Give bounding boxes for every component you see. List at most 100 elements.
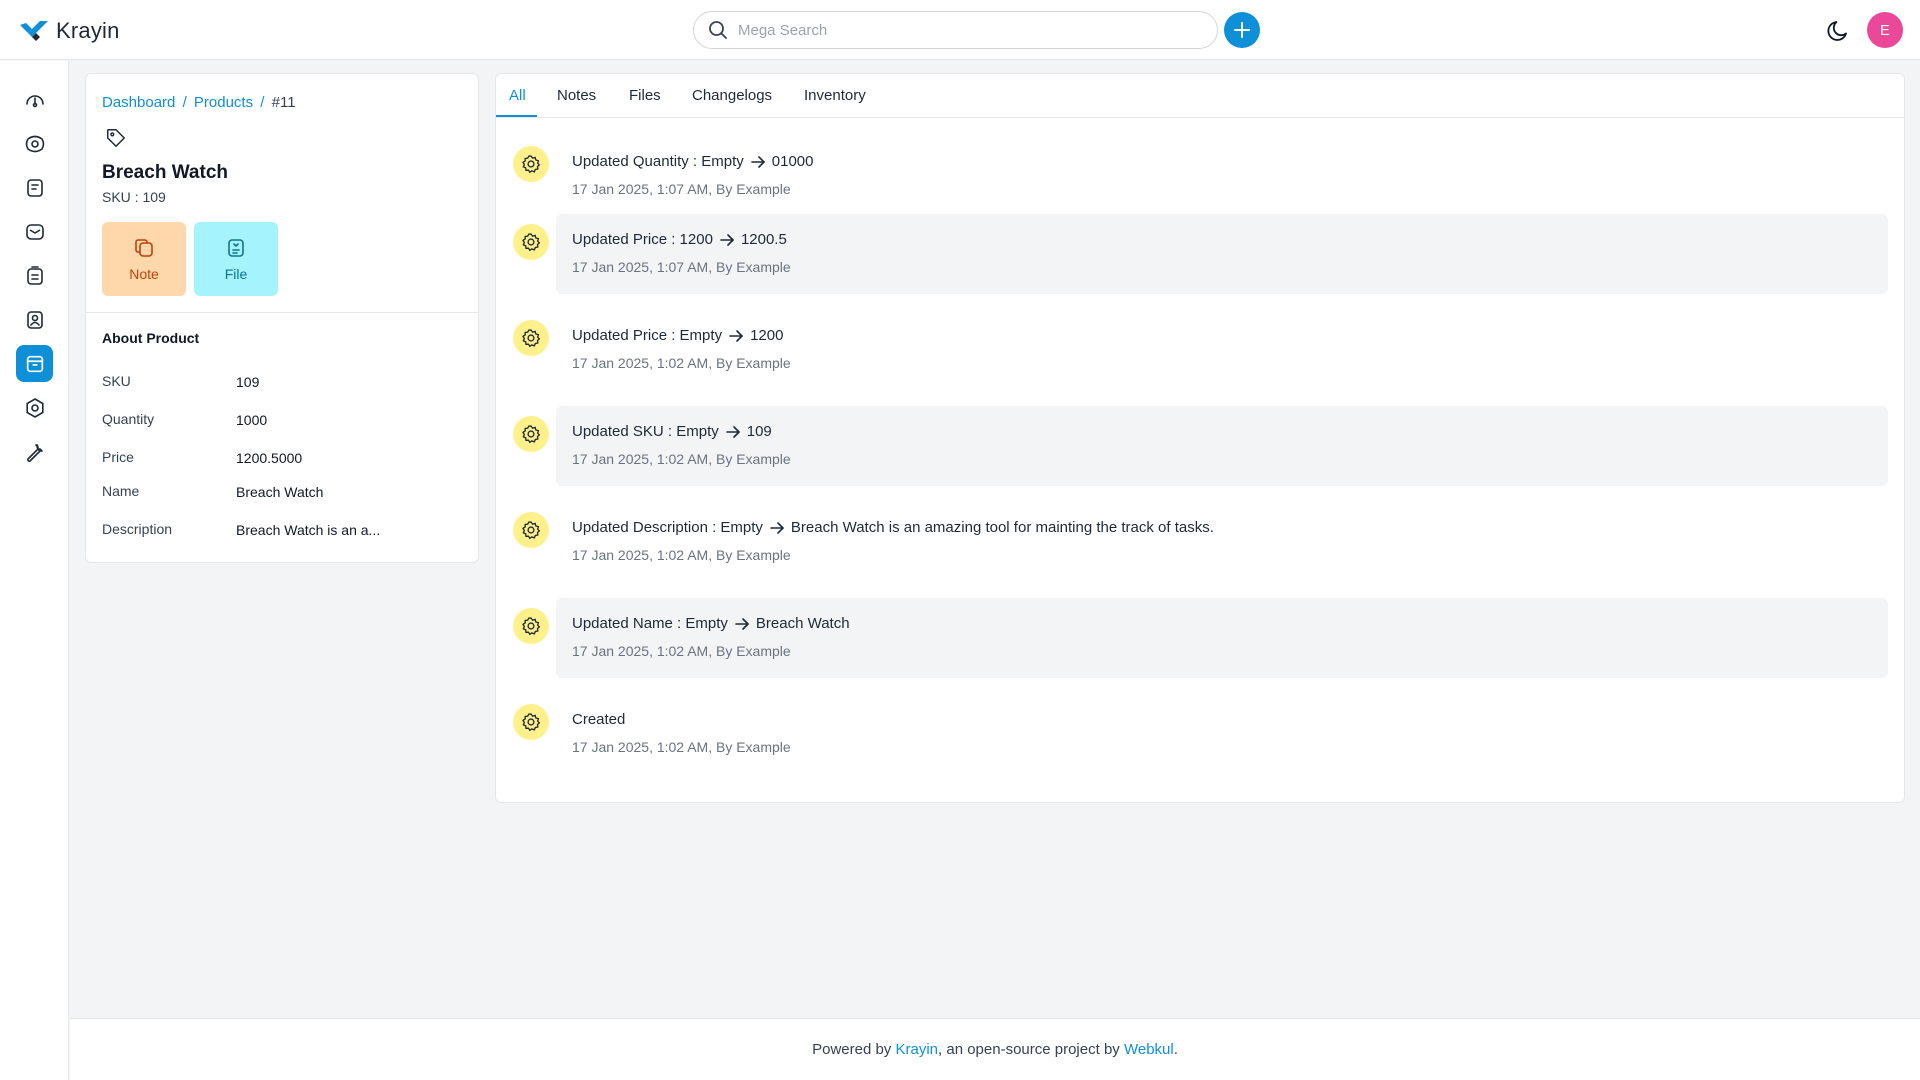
footer: Powered by Krayin, an open-source projec… [70, 1018, 1920, 1080]
add-note-button[interactable]: Note [102, 222, 186, 296]
activity-card [556, 694, 1888, 774]
gear-icon [522, 155, 541, 174]
file-icon [228, 239, 244, 257]
sidebar [0, 61, 69, 1080]
arrow-right-icon [720, 233, 734, 246]
attr-value-price: 1200.5000 [236, 450, 303, 466]
arrow-right-icon [750, 155, 765, 168]
attr-value-sku: 109 [236, 374, 260, 390]
activity-change-field: Updated Price : 1200 [572, 231, 713, 248]
sidebar-item-activities[interactable] [16, 257, 53, 294]
sidebar-item-products[interactable] [16, 345, 53, 382]
activities-icon [26, 265, 43, 285]
activity-icon [513, 512, 549, 548]
user-initial: E [1879, 21, 1890, 39]
mail-icon [25, 223, 44, 240]
arrow-right-icon [729, 329, 743, 342]
activity-change-field: Updated Name : Empty [572, 615, 728, 632]
footer-webkul-link[interactable]: Webkul [1124, 1041, 1174, 1058]
search-icon [709, 21, 727, 39]
mega-search[interactable] [693, 11, 1218, 49]
sidebar-item-leads[interactable] [16, 125, 53, 162]
attr-label-sku: SKU [102, 373, 131, 389]
dark-mode-toggle-icon[interactable] [1826, 17, 1852, 43]
activity-icon [513, 608, 549, 644]
activity-meta: 17 Jan 2025, 1:02 AM, By Example [572, 643, 791, 659]
activity-meta: 17 Jan 2025, 1:02 AM, By Example [572, 547, 791, 563]
active-tab-indicator [496, 115, 537, 117]
sidebar-item-quotes[interactable] [16, 169, 53, 206]
attr-label-name: Name [102, 483, 140, 499]
footer-krayin-link[interactable]: Krayin [895, 1041, 938, 1058]
breadcrumb-products[interactable]: Products [194, 94, 253, 111]
activity-title: Updated Description : Empty Breach Watch… [572, 519, 1214, 536]
attr-value-quantity: 1000 [236, 412, 268, 428]
tab-files[interactable]: Files [629, 87, 661, 104]
tab-inventory[interactable]: Inventory [804, 87, 866, 104]
activity-new-value: 1200 [750, 327, 784, 344]
activity-change-field: Updated SKU : Empty [572, 423, 719, 440]
activity-item: Updated Price : Empty 1200 17 Jan 2025, … [496, 310, 1904, 390]
activity-new-value: Breach Watch is an amazing tool for main… [790, 519, 1214, 536]
activity-item: Updated Quantity : Empty 01000 17 Jan 20… [496, 136, 1904, 216]
activity-item: Updated SKU : Empty 109 17 Jan 2025, 1:0… [496, 406, 1904, 486]
tab-notes[interactable]: Notes [557, 87, 596, 104]
gear-icon [522, 617, 541, 636]
search-input[interactable] [738, 21, 1178, 39]
sidebar-item-settings[interactable] [16, 389, 53, 426]
settings-icon [25, 397, 44, 418]
quick-create-button[interactable] [1224, 12, 1260, 48]
attr-label-quantity: Quantity [102, 411, 155, 427]
note-label: Note [129, 266, 159, 282]
activity-title: Updated SKU : Empty 109 [572, 423, 772, 440]
sidebar-item-dashboard[interactable] [16, 81, 53, 118]
activity-icon [513, 416, 549, 452]
activity-item: Updated Name : Empty Breach Watch 17 Jan… [496, 598, 1904, 678]
gear-icon [522, 233, 541, 252]
tag-icon [107, 129, 125, 147]
gear-icon [522, 713, 541, 732]
activity-meta: 17 Jan 2025, 1:02 AM, By Example [572, 451, 791, 467]
breadcrumb-separator: / [182, 94, 187, 111]
divider [86, 312, 478, 313]
product-summary-panel: Dashboard / Products / #11 Breach Watch … [85, 73, 479, 563]
activity-icon [513, 320, 549, 356]
activity-icon [513, 704, 549, 740]
plus-icon [1234, 22, 1250, 38]
add-file-button[interactable]: File [194, 222, 278, 296]
sidebar-item-configuration[interactable] [16, 433, 53, 470]
arrow-right-icon [725, 425, 740, 438]
activity-item: Updated Description : Empty Breach Watch… [496, 502, 1904, 582]
attr-label-description: Description [102, 521, 173, 537]
leads-icon [25, 135, 44, 152]
activity-card [556, 502, 1888, 582]
gear-icon [522, 521, 541, 540]
sidebar-item-contacts[interactable] [16, 301, 53, 338]
activity-tabs: All Notes Files Changelogs Inventory [496, 74, 1904, 118]
breadcrumb-dashboard[interactable]: Dashboard [102, 94, 175, 111]
arrow-right-icon [735, 617, 749, 630]
activity-title: Created [572, 711, 625, 728]
sidebar-item-mail[interactable] [16, 213, 53, 250]
arrow-right-icon [770, 521, 784, 534]
gear-icon [522, 329, 541, 348]
breadcrumb-current: #11 [271, 94, 296, 111]
tab-all[interactable]: All [509, 87, 526, 104]
app-name: Krayin [56, 18, 120, 43]
product-name: Breach Watch [102, 162, 228, 183]
breadcrumb: Dashboard / Products / #11 [102, 94, 296, 111]
activity-item: Updated Price : 1200 1200.5 17 Jan 2025,… [496, 214, 1904, 294]
footer-middle: , an open-source project by [938, 1041, 1120, 1058]
user-avatar[interactable]: E [1867, 12, 1903, 48]
product-sku: SKU : 109 [102, 189, 166, 205]
contacts-icon [26, 310, 43, 329]
file-label: File [224, 266, 248, 282]
dashboard-icon [25, 94, 44, 107]
tab-changelogs[interactable]: Changelogs [692, 87, 772, 104]
breadcrumb-separator: / [260, 94, 265, 111]
activity-card [556, 136, 1888, 216]
note-icon [135, 239, 153, 257]
app-logo[interactable]: Krayin [18, 18, 120, 44]
krayin-logo-icon [20, 21, 48, 41]
activity-meta: 17 Jan 2025, 1:02 AM, By Example [572, 355, 791, 371]
